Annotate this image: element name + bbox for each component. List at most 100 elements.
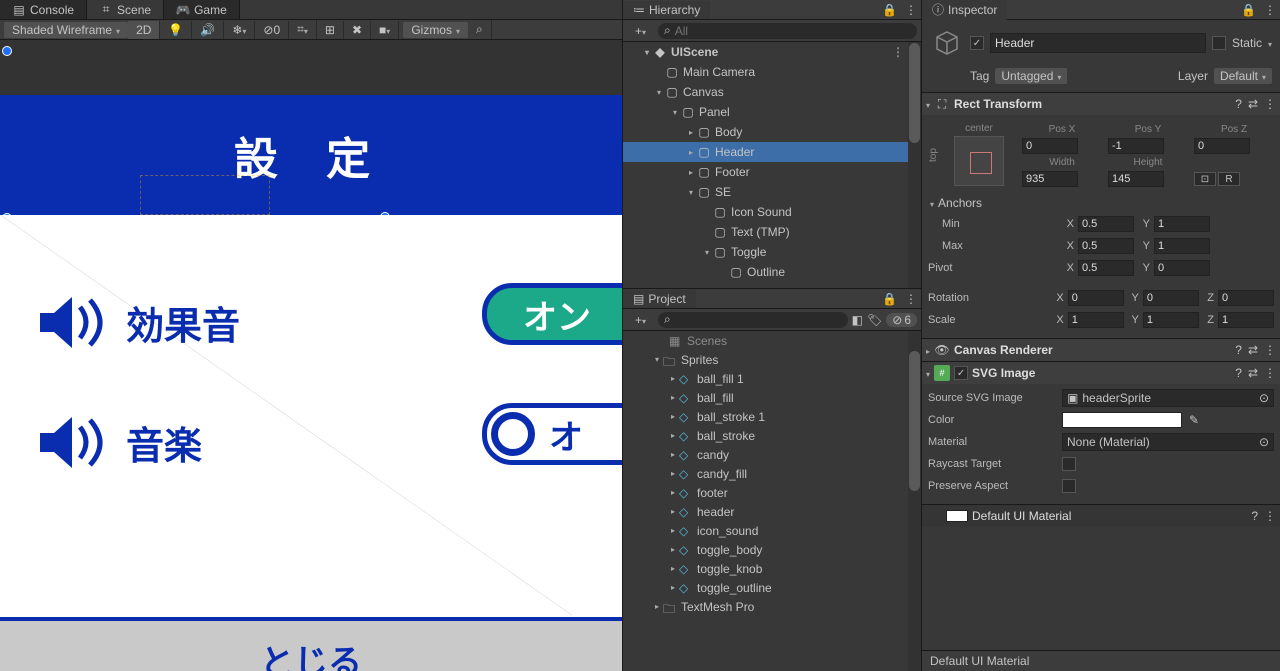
tab-scene[interactable]: ⌗Scene — [87, 0, 164, 19]
pivot-x[interactable] — [1078, 260, 1134, 276]
project-item[interactable]: ◇ball_stroke — [623, 426, 908, 445]
search-scene[interactable]: ⌕ — [468, 20, 492, 39]
hierarchy-item-se[interactable]: ▢SE — [623, 182, 908, 202]
foldout-icon[interactable] — [653, 88, 665, 97]
gizmos-dropdown[interactable]: Gizmos — [403, 22, 468, 38]
preset-icon[interactable]: ⇄ — [1248, 97, 1258, 111]
project-item[interactable]: ◇toggle_body — [623, 540, 908, 559]
tab-game[interactable]: 🎮Game — [164, 0, 240, 19]
object-picker-icon[interactable]: ⊙ — [1259, 391, 1269, 405]
preset-icon[interactable]: ⇄ — [1248, 343, 1258, 357]
foldout-icon[interactable] — [926, 366, 930, 380]
hierarchy-search-input[interactable] — [675, 24, 911, 38]
foldout-icon[interactable] — [685, 148, 697, 157]
project-folder-sprites[interactable]: 🗀Sprites — [623, 350, 908, 369]
lighting-toggle[interactable]: 💡 — [160, 21, 192, 39]
hierarchy-item-camera[interactable]: ▢Main Camera — [623, 62, 908, 82]
project-tree[interactable]: ▦Scenes 🗀Sprites ◇ball_fill 1◇ball_fill◇… — [623, 331, 908, 671]
menu-icon[interactable]: ⋮ — [1264, 366, 1276, 380]
music-toggle[interactable]: オ — [482, 403, 622, 465]
lock-icon[interactable]: 🔒 — [878, 1, 901, 19]
project-scrollbar[interactable] — [908, 331, 921, 671]
foldout-icon[interactable] — [701, 248, 713, 257]
material-field[interactable]: None (Material)⊙ — [1062, 433, 1274, 451]
project-search-input[interactable] — [675, 313, 842, 327]
help-icon[interactable]: ? — [1235, 343, 1242, 357]
foldout-icon[interactable] — [926, 343, 930, 357]
rot-z[interactable] — [1218, 290, 1274, 306]
rot-y[interactable] — [1143, 290, 1199, 306]
hierarchy-item-outline[interactable]: ▢Outline — [623, 262, 908, 282]
panel-menu-icon[interactable]: ⋮ — [901, 290, 921, 308]
inspector-tab[interactable]: ⓘInspector — [922, 0, 1007, 20]
project-item[interactable]: ◇icon_sound — [623, 521, 908, 540]
hierarchy-item-panel[interactable]: ▢Panel — [623, 102, 908, 122]
eyedropper-icon[interactable]: ✎ — [1186, 412, 1202, 428]
foldout-icon[interactable] — [667, 431, 679, 440]
scene-row[interactable]: ◆UIScene⋮ — [623, 42, 908, 62]
lock-icon[interactable]: 🔒 — [878, 290, 901, 308]
foldout-icon[interactable] — [667, 469, 679, 478]
snap-toggle[interactable]: ⊞ — [317, 21, 344, 39]
blueprint-mode[interactable]: ⊡ — [1194, 172, 1216, 186]
ui-footer[interactable]: とじる — [0, 617, 622, 671]
hierarchy-item-body[interactable]: ▢Body — [623, 122, 908, 142]
tools-toggle[interactable]: ✖ — [344, 21, 371, 39]
raw-edit-mode[interactable]: R — [1218, 172, 1240, 186]
visibility-toggle[interactable]: ⊘0 — [255, 21, 289, 39]
scale-y[interactable] — [1143, 312, 1199, 328]
menu-icon[interactable]: ⋮ — [1264, 343, 1276, 357]
scale-z[interactable] — [1218, 312, 1274, 328]
create-menu[interactable]: + — [627, 22, 654, 40]
se-toggle[interactable]: オン — [482, 283, 622, 345]
lock-icon[interactable]: 🔒 — [1237, 1, 1260, 19]
preset-icon[interactable]: ⇄ — [1248, 366, 1258, 380]
foldout-icon[interactable] — [667, 374, 679, 383]
foldout-icon[interactable] — [667, 488, 679, 497]
hierarchy-item-header[interactable]: ▢Header — [623, 142, 908, 162]
foldout-icon[interactable] — [669, 108, 681, 117]
foldout-icon[interactable] — [667, 583, 679, 592]
tag-dropdown[interactable]: Untagged — [995, 68, 1067, 84]
foldout-icon[interactable] — [667, 507, 679, 516]
project-item[interactable]: ◇candy_fill — [623, 464, 908, 483]
pivot-y[interactable] — [1154, 260, 1210, 276]
project-item[interactable]: ◇ball_fill 1 — [623, 369, 908, 388]
project-tab[interactable]: ▤Project — [623, 290, 696, 308]
foldout-icon[interactable] — [667, 545, 679, 554]
rot-x[interactable] — [1068, 290, 1124, 306]
project-item[interactable]: ◇footer — [623, 483, 908, 502]
anchor-min-y[interactable] — [1154, 216, 1210, 232]
layer-dropdown[interactable]: Default — [1214, 68, 1272, 84]
preserve-checkbox[interactable] — [1062, 479, 1076, 493]
help-icon[interactable]: ? — [1251, 509, 1258, 523]
shading-mode-dropdown[interactable]: Shaded Wireframe — [4, 22, 128, 38]
audio-toggle[interactable]: 🔊 — [192, 21, 224, 39]
menu-icon[interactable]: ⋮ — [1264, 509, 1276, 523]
caret-icon[interactable] — [1268, 36, 1272, 50]
2d-toggle[interactable]: 2D — [128, 21, 160, 39]
height-input[interactable] — [1108, 171, 1164, 187]
enable-checkbox[interactable]: ✓ — [954, 366, 968, 380]
project-item[interactable]: ◇toggle_outline — [623, 578, 908, 597]
hierarchy-tab[interactable]: ≔Hierarchy — [623, 1, 710, 19]
gizmo-handle[interactable] — [2, 46, 12, 56]
color-field[interactable] — [1062, 412, 1182, 428]
foldout-icon[interactable] — [667, 450, 679, 459]
hierarchy-item-canvas[interactable]: ▢Canvas — [623, 82, 908, 102]
help-icon[interactable]: ? — [1235, 97, 1242, 111]
foldout-icon[interactable] — [685, 168, 697, 177]
object-picker-icon[interactable]: ⊙ — [1259, 435, 1269, 449]
anchor-max-y[interactable] — [1154, 238, 1210, 254]
help-icon[interactable]: ? — [1235, 366, 1242, 380]
project-item[interactable]: ▦Scenes — [623, 331, 908, 350]
project-item[interactable]: ◇ball_fill — [623, 388, 908, 407]
panel-menu-icon[interactable]: ⋮ — [901, 1, 921, 19]
width-input[interactable] — [1022, 171, 1078, 187]
active-checkbox[interactable]: ✓ — [970, 36, 984, 50]
svg-image-header[interactable]: # ✓ SVG Image ?⇄⋮ — [922, 362, 1280, 384]
hierarchy-item-footer[interactable]: ▢Footer — [623, 162, 908, 182]
project-item[interactable]: ◇ball_stroke 1 — [623, 407, 908, 426]
scene-view[interactable]: 設 定 効果音 オン 音楽 オ とじる — [0, 40, 622, 671]
canvas-renderer-header[interactable]: 👁 Canvas Renderer ?⇄⋮ — [922, 339, 1280, 361]
